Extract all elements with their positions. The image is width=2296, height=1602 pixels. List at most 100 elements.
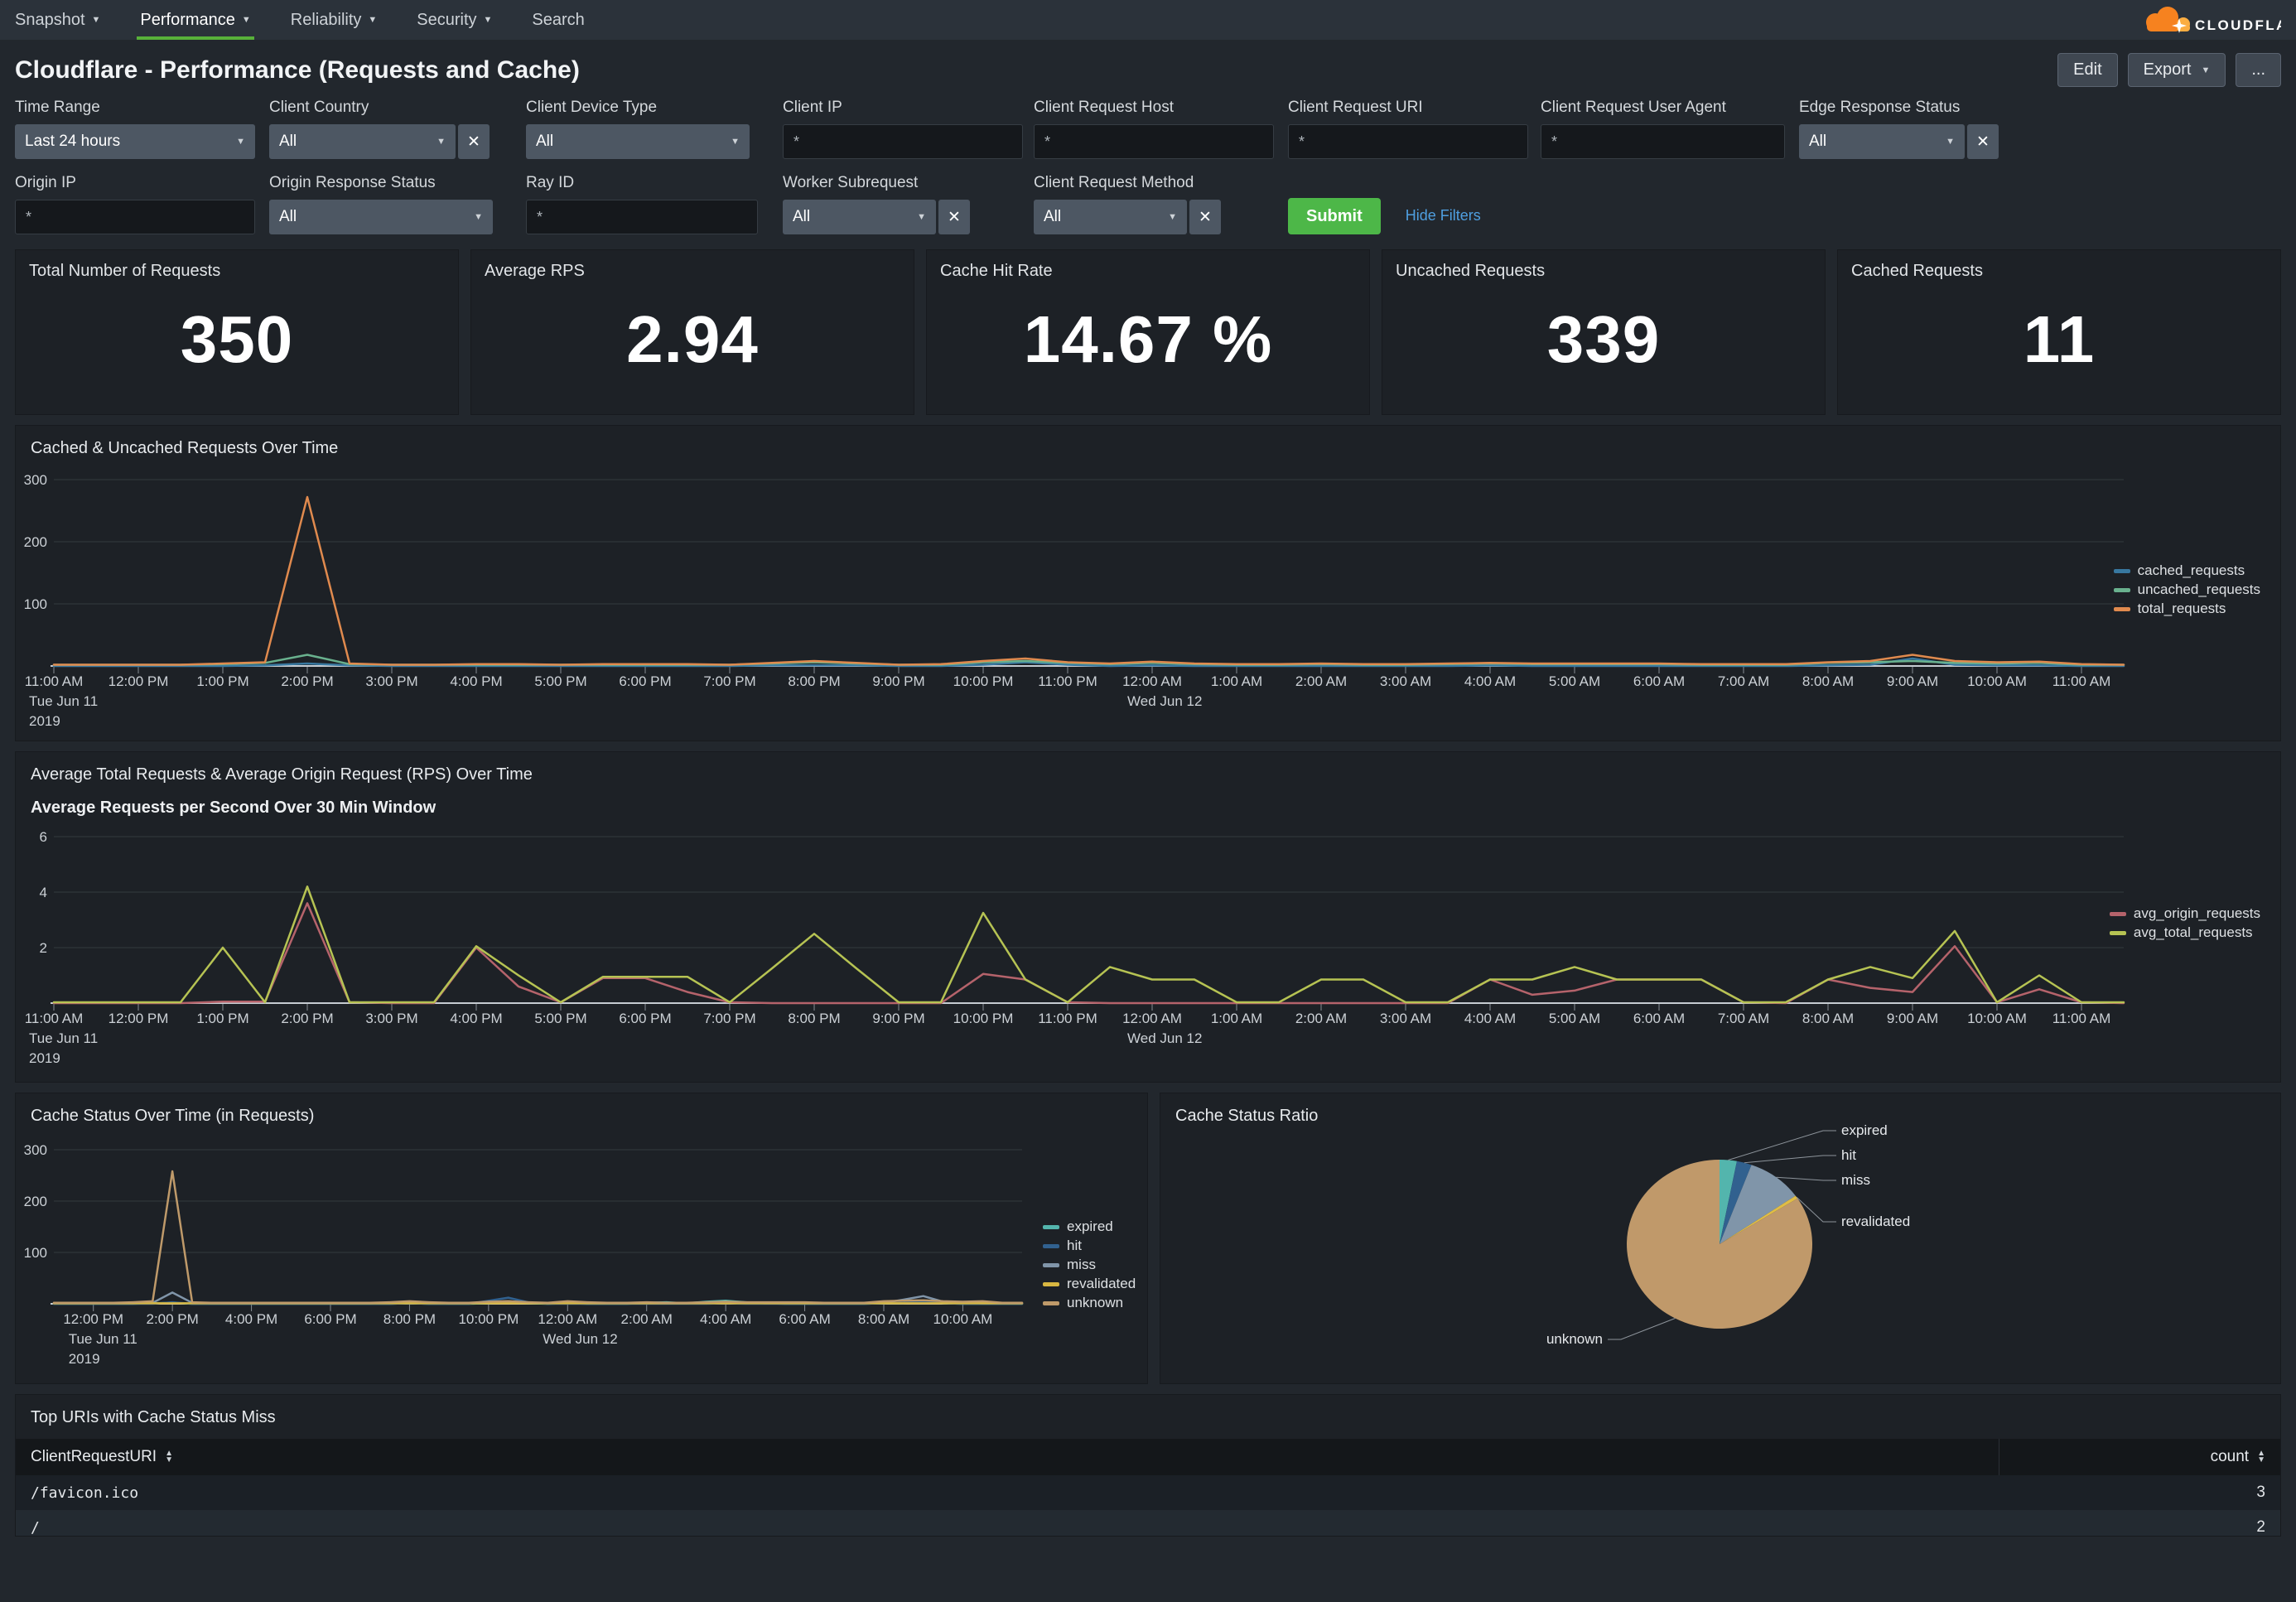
filter-label: Client Country — [269, 99, 526, 117]
pie-callout-line — [1608, 1319, 1675, 1340]
nav-item-snapshot[interactable]: Snapshot▼ — [15, 0, 100, 40]
legend-swatch — [2114, 607, 2130, 611]
x-axis-tick-label: 11:00 AM — [25, 673, 84, 689]
series-line-total-requests[interactable] — [54, 497, 2124, 665]
column-header-count[interactable]: count ▲▼ — [2211, 1448, 2280, 1466]
client-request-user-agent-input[interactable] — [1541, 124, 1785, 159]
hide-filters-link[interactable]: Hide Filters — [1406, 207, 1481, 234]
x-axis-tick-label: 3:00 PM — [365, 1011, 417, 1026]
legend-label: avg_total_requests — [2134, 924, 2253, 941]
x-axis-tick-label: 8:00 PM — [788, 673, 840, 689]
filter-label: Client Request URI — [1288, 99, 1541, 117]
x-axis-tick-label: 11:00 PM — [1038, 673, 1097, 689]
legend-item-hit[interactable]: hit — [1043, 1238, 1136, 1254]
nav-item-label: Security — [417, 11, 476, 30]
filter-label: Client IP — [783, 99, 1034, 117]
legend-item-total-requests[interactable]: total_requests — [2114, 601, 2260, 617]
x-axis-date-label: Wed Jun 12 — [543, 1331, 617, 1347]
edge-response-status-select[interactable]: All ▼ — [1799, 124, 1965, 159]
legend-item-uncached-requests[interactable]: uncached_requests — [2114, 581, 2260, 598]
series-line-avg-total-requests[interactable] — [54, 886, 2124, 1002]
x-axis-tick-label: 7:00 PM — [703, 1011, 755, 1026]
export-button[interactable]: Export▼ — [2128, 53, 2226, 87]
chevron-down-icon: ▼ — [474, 212, 483, 222]
x-axis-tick-label: 12:00 PM — [63, 1311, 123, 1327]
x-axis-tick-label: 3:00 AM — [1380, 1011, 1431, 1026]
legend-item-cached-requests[interactable]: cached_requests — [2114, 562, 2260, 579]
pie-slice-label-miss: miss — [1841, 1172, 1870, 1188]
cache-status-over-time-chart[interactable]: 10020030012:00 PM2:00 PM4:00 PM6:00 PM8:… — [16, 1132, 1147, 1380]
x-axis-tick-label: 4:00 PM — [225, 1311, 277, 1327]
filter-group-time-range: Time RangeLast 24 hours▼ — [15, 99, 269, 159]
client-request-uri-input[interactable] — [1288, 124, 1528, 159]
cache-status-ratio-pie-chart[interactable]: expiredhitmissrevalidatedunknown — [1160, 1122, 2280, 1380]
x-axis-tick-label: 6:00 AM — [779, 1311, 830, 1327]
stat-panel-uncached-requests: Uncached Requests339 — [1382, 249, 1826, 415]
time-range-select[interactable]: Last 24 hours▼ — [15, 124, 255, 159]
y-axis-tick-label: 2 — [40, 940, 47, 956]
x-axis-tick-label: 11:00 AM — [2052, 1011, 2111, 1026]
edit-button[interactable]: Edit — [2057, 53, 2117, 87]
x-axis-date-label: Wed Jun 12 — [1127, 693, 1202, 709]
sort-icon[interactable]: ▲▼ — [165, 1450, 173, 1464]
filter-group-client-request-uri: Client Request URI — [1288, 99, 1541, 159]
x-axis-tick-label: 10:00 PM — [953, 1011, 1014, 1026]
filter-group-client-device-type: Client Device TypeAll▼ — [526, 99, 783, 159]
client-device-type-select[interactable]: All▼ — [526, 124, 750, 159]
chevron-down-icon: ▼ — [368, 15, 377, 25]
x-axis-date-label: 2019 — [69, 1351, 100, 1367]
clear-filter-button[interactable]: ✕ — [458, 124, 490, 159]
ray-id-input[interactable] — [526, 200, 758, 234]
nav-item-reliability[interactable]: Reliability▼ — [291, 0, 377, 40]
stat-value: 11 — [1838, 302, 2280, 378]
clear-filter-button[interactable]: ✕ — [1189, 200, 1221, 234]
nav-item-search[interactable]: Search — [532, 0, 584, 40]
legend-item-miss[interactable]: miss — [1043, 1257, 1136, 1273]
y-axis-tick-label: 100 — [24, 1245, 47, 1261]
stat-value: 2.94 — [471, 302, 914, 378]
legend-item-avg-total-requests[interactable]: avg_total_requests — [2110, 924, 2260, 941]
x-axis-tick-label: 1:00 PM — [196, 1011, 248, 1026]
legend-item-unknown[interactable]: unknown — [1043, 1295, 1136, 1311]
x-axis-tick-label: 5:00 PM — [534, 673, 586, 689]
legend-item-expired[interactable]: expired — [1043, 1218, 1136, 1235]
clear-filter-button[interactable]: ✕ — [1967, 124, 1999, 159]
table-row[interactable]: /2 — [16, 1510, 2280, 1537]
legend-item-revalidated[interactable]: revalidated — [1043, 1276, 1136, 1292]
rps-over-time-chart[interactable]: 24611:00 AM12:00 PM1:00 PM2:00 PM3:00 PM… — [16, 822, 2280, 1078]
column-header-uri[interactable]: ClientRequestURI ▲▼ — [16, 1448, 173, 1466]
filter-group-origin-ip: Origin IP — [15, 174, 269, 234]
legend-item-avg-origin-requests[interactable]: avg_origin_requests — [2110, 905, 2260, 922]
series-line-unknown[interactable] — [54, 1171, 1022, 1303]
origin-ip-input[interactable] — [15, 200, 255, 234]
panel-cached-uncached-requests: Cached & Uncached Requests Over Time 100… — [15, 425, 2281, 741]
chevron-down-icon: ▼ — [1946, 137, 1955, 147]
legend-label: avg_origin_requests — [2134, 905, 2260, 922]
client-country-select[interactable]: All▼ — [269, 124, 456, 159]
clear-filter-button[interactable]: ✕ — [938, 200, 970, 234]
sort-icon[interactable]: ▲▼ — [2257, 1450, 2265, 1464]
pie-slice-label-revalidated: revalidated — [1841, 1214, 1910, 1229]
table-cell-count: 3 — [2256, 1484, 2280, 1502]
legend-label: hit — [1067, 1238, 1082, 1254]
x-axis-tick-label: 4:00 AM — [1464, 673, 1516, 689]
nav-item-label: Search — [532, 11, 584, 30]
more-options-button[interactable]: ... — [2236, 53, 2281, 87]
origin-response-status-select[interactable]: All▼ — [269, 200, 493, 234]
select-value: All — [1809, 133, 1826, 151]
client-ip-input[interactable] — [783, 124, 1023, 159]
filter-group-client-request-user-agent: Client Request User Agent — [1541, 99, 1799, 159]
legend-swatch — [2114, 569, 2130, 573]
nav-item-performance[interactable]: Performance▼ — [140, 0, 250, 40]
table-row[interactable]: /favicon.ico3 — [16, 1475, 2280, 1510]
nav-item-security[interactable]: Security▼ — [417, 0, 492, 40]
client-request-method-select[interactable]: All▼ — [1034, 200, 1187, 234]
x-axis-tick-label: 12:00 PM — [109, 673, 169, 689]
worker-subrequest-select[interactable]: All▼ — [783, 200, 936, 234]
client-request-host-input[interactable] — [1034, 124, 1274, 159]
submit-button[interactable]: Submit — [1288, 198, 1381, 234]
x-axis-tick-label: 4:00 AM — [1464, 1011, 1516, 1026]
chart-title: Average Total Requests & Average Origin … — [31, 765, 533, 784]
requests-over-time-chart[interactable]: 10020030011:00 AM12:00 PM1:00 PM2:00 PM3… — [16, 459, 2280, 737]
legend-swatch — [2114, 588, 2130, 592]
